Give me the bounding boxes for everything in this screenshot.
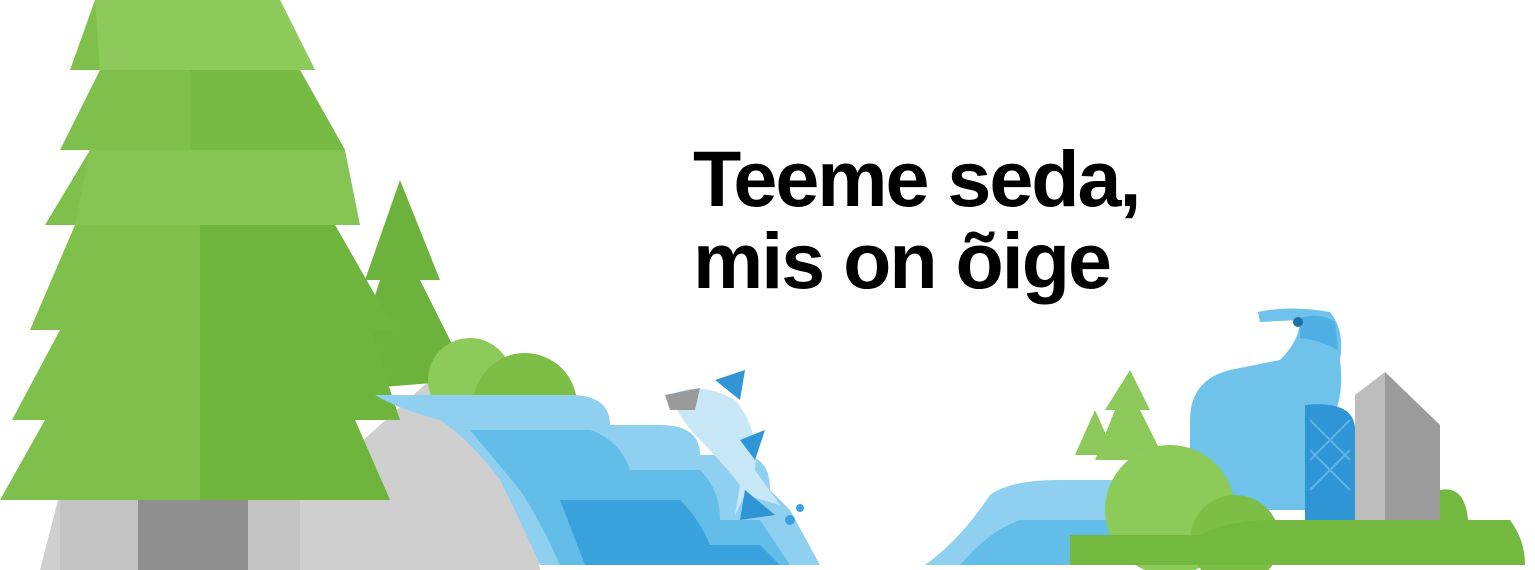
hero-banner: Teeme seda, mis on õige xyxy=(0,0,1535,570)
headline-line-2: mis on õige xyxy=(693,216,1112,305)
beaver-eye xyxy=(1293,317,1303,327)
rock-shape-dark xyxy=(1385,372,1440,525)
forest-illustration xyxy=(0,0,577,570)
headline-line-1: Teeme seda, xyxy=(693,134,1141,223)
right-scene-illustration xyxy=(925,308,1525,570)
big-tree-light-facet xyxy=(95,0,315,70)
water-drop xyxy=(785,515,795,525)
page-headline: Teeme seda, mis on õige xyxy=(693,138,1253,302)
water-drop xyxy=(796,504,804,512)
big-tree-dark-facet xyxy=(190,70,345,150)
big-tree-light-facet xyxy=(75,150,360,225)
